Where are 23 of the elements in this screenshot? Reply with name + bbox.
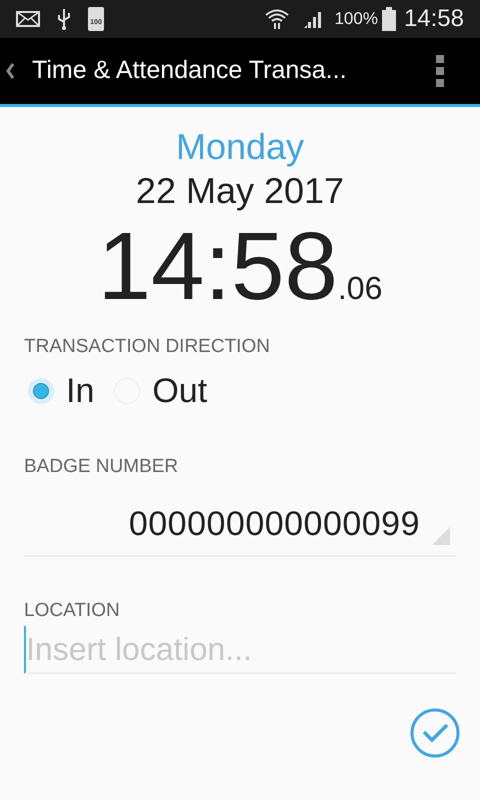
back-icon <box>4 61 16 81</box>
confirm-button[interactable] <box>410 708 460 758</box>
dropdown-corner-icon <box>432 527 450 545</box>
wifi-icon <box>264 8 290 30</box>
usb-icon <box>56 7 72 31</box>
radio-option[interactable]: Out <box>114 366 208 416</box>
clock-seconds: .06 <box>338 269 382 308</box>
date: 22 May 2017 <box>136 169 344 213</box>
section-label: TRANSACTION DIRECTION <box>24 335 271 359</box>
check-circle-icon <box>410 708 460 758</box>
clock-time: 14:58 <box>98 219 338 315</box>
envelope-icon <box>16 11 40 27</box>
signal-icon <box>302 9 322 29</box>
battery-percent: 100% <box>334 8 378 30</box>
radio-button[interactable] <box>28 378 54 404</box>
section-label: LOCATION <box>24 599 121 623</box>
badge-number-dropdown[interactable]: 000000000000099 <box>24 493 456 557</box>
section-label: BADGE NUMBER <box>24 454 180 478</box>
battery-icon <box>382 7 396 31</box>
radio-option[interactable]: In <box>28 366 94 416</box>
weekday: Monday <box>176 125 304 169</box>
clock-time: 14:58 <box>404 4 464 34</box>
app-title: Time & Attendance Transa... <box>32 55 347 86</box>
